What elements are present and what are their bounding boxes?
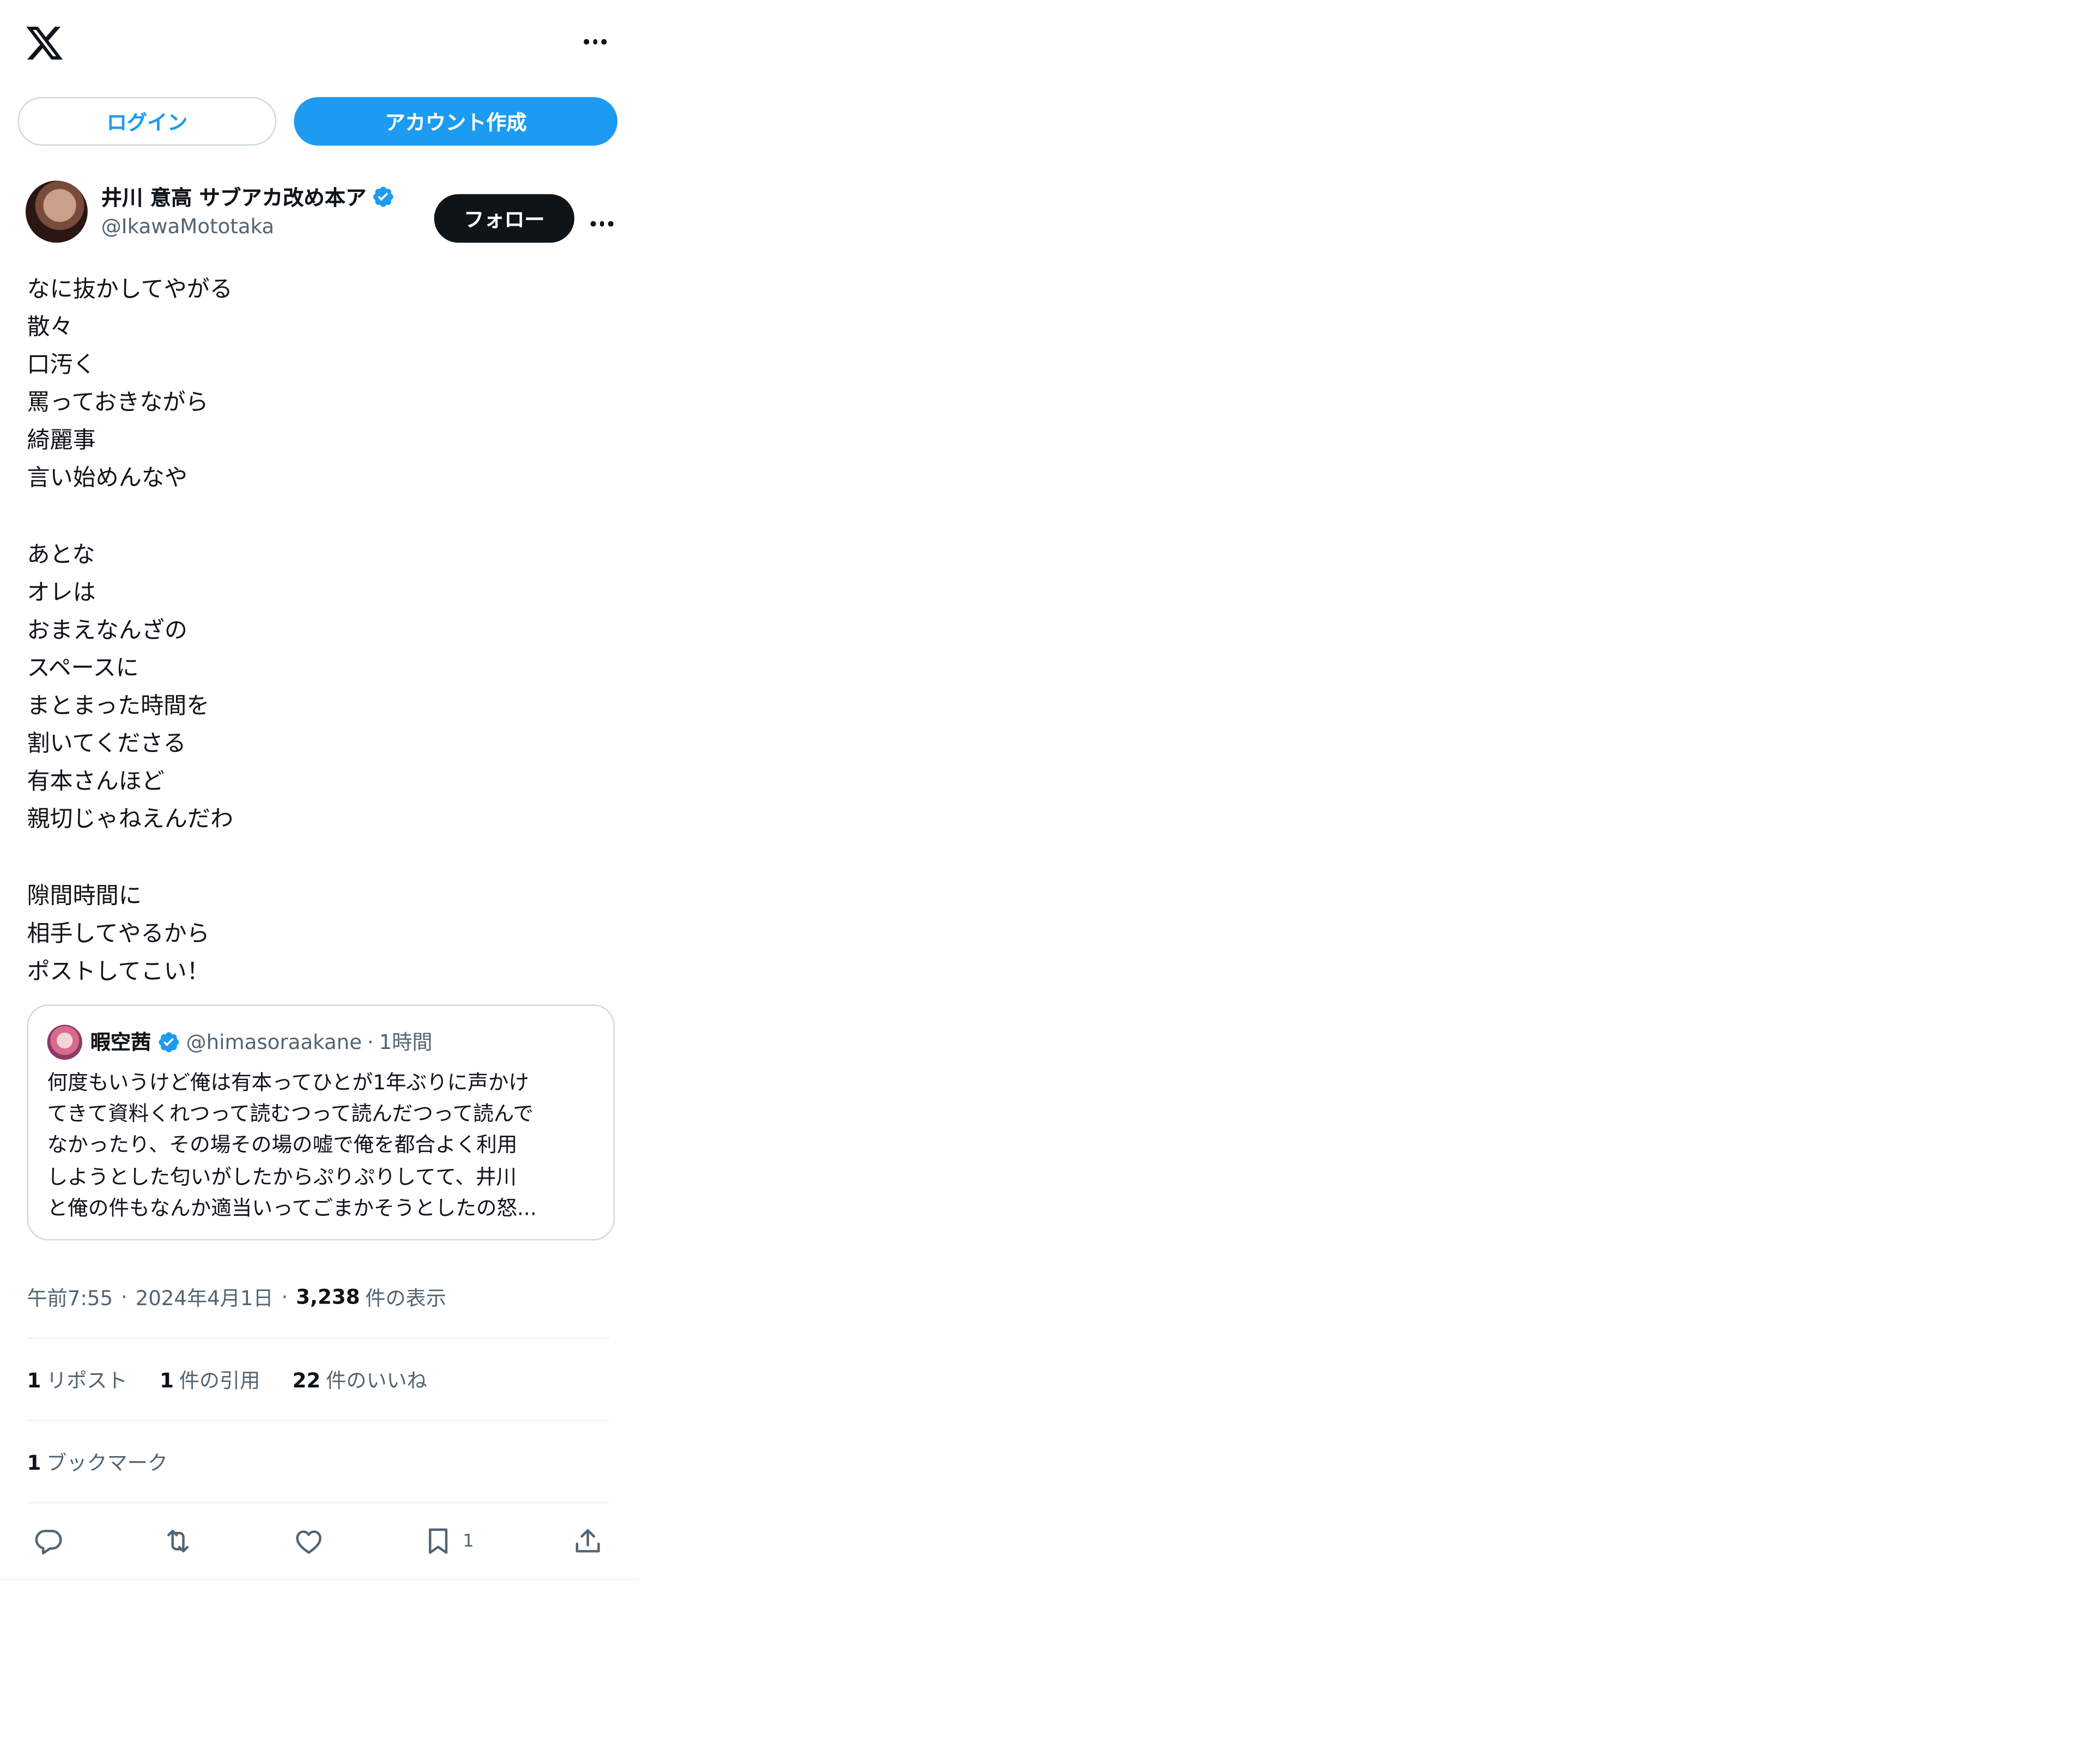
bookmarks-stat[interactable]: 1 ブックマーク [27, 1448, 167, 1476]
follow-button[interactable]: フォロー [434, 194, 575, 243]
share-icon [575, 1529, 600, 1553]
verified-badge-icon [159, 1032, 179, 1052]
reposts-count: 1 [27, 1368, 41, 1393]
bookmark-button[interactable]: 1 [422, 1525, 474, 1557]
tweet-blank-line [27, 498, 608, 536]
x-logo-icon[interactable] [25, 23, 65, 63]
views-label: 件の表示 [365, 1286, 446, 1311]
tweet-time[interactable]: 午前7:55 [27, 1283, 113, 1312]
meta-separator: · [281, 1285, 288, 1310]
reposts-stat[interactable]: 1 リポスト [27, 1366, 127, 1394]
tweet-date[interactable]: 2024年4月1日 [136, 1283, 274, 1312]
likes-stat[interactable]: 22 件のいいね [293, 1366, 427, 1394]
tweet-more-icon[interactable] [590, 213, 614, 234]
meta-separator: · [120, 1285, 128, 1310]
tweet-page: ログイン アカウント作成 井川 意高 サブアカ改め本ア @IkawaMotota… [0, 0, 639, 1581]
tweet-text-line: 綺麗事 [27, 428, 96, 455]
auth-buttons: ログイン アカウント作成 [0, 83, 634, 146]
bottom-divider [0, 1579, 639, 1581]
tweet-text-line: 散々 [27, 314, 73, 342]
bookmark-icon [429, 1529, 448, 1554]
verified-badge-icon [373, 186, 393, 207]
quote-text-line: しようとした匂いがしたからぷりぷりしてて、井川 [47, 1164, 517, 1189]
repost-button[interactable] [162, 1525, 195, 1557]
tweet-text-line: おまえなんざの [27, 617, 187, 645]
quote-separator: · [367, 1029, 374, 1054]
reply-icon [35, 1530, 62, 1555]
login-button[interactable]: ログイン [17, 97, 277, 146]
tweet-text-line: オレは [27, 579, 96, 607]
action-bar: 1 [0, 1504, 634, 1579]
quote-display-name: 暇空茜 [90, 1030, 151, 1055]
tweet-text-line: スペースに [27, 655, 139, 682]
author-avatar[interactable] [26, 180, 88, 243]
heart-icon [295, 1531, 321, 1554]
engagement-stats: 1 リポスト 1 件の引用 22 件のいいね [0, 1339, 634, 1420]
quote-handle: @himasoraakane [186, 1029, 362, 1054]
tweet-text-line: まとまった時間を [27, 693, 210, 720]
signup-button[interactable]: アカウント作成 [294, 97, 618, 146]
bookmarks-count: 1 [27, 1450, 41, 1475]
tweet-text-line: 隙間時間に [27, 882, 142, 910]
tweet-text-line: 言い始めんなや [27, 465, 187, 493]
quote-time: 1時間 [379, 1030, 433, 1055]
quote-text: 何度もいうけど俺は有本ってひとが1年ぶりに声かけ てきて資料くれつって読むつって読… [47, 1068, 596, 1225]
more-horizontal-icon[interactable] [584, 31, 607, 52]
quoted-tweet[interactable]: 暇空茜 @himasoraakane · 1時間 何度もいうけど俺は有本ってひと… [27, 1004, 615, 1241]
tweet-text-line: ポストしてこい！ [27, 958, 210, 985]
quotes-stat[interactable]: 1 件の引用 [160, 1366, 260, 1394]
tweet-text-line: 割いてくださる [27, 731, 186, 758]
likes-label: 件のいいね [326, 1368, 427, 1393]
share-button[interactable] [572, 1525, 604, 1557]
tweet-author: 井川 意高 サブアカ改め本ア @IkawaMototaka フォロー [0, 146, 634, 243]
tweet-meta: 午前7:55 · 2024年4月1日 · 3,238 件の表示 [0, 1241, 634, 1324]
tweet-text-line: 罵っておきながら [27, 390, 209, 417]
tweet-text-line: 有本さんほど [27, 768, 165, 796]
quotes-count: 1 [160, 1368, 174, 1393]
tweet-blank-line [27, 839, 608, 877]
views-count: 3,238 [296, 1285, 360, 1310]
like-button[interactable] [293, 1525, 325, 1557]
likes-count: 22 [292, 1368, 321, 1393]
tweet-text-line: なに抜かしてやがる [27, 276, 233, 304]
quote-text-line: と俺の件もなんか適当いってごまかそうとしたの怒... [47, 1196, 537, 1221]
tweet-text-line: 口汚く [27, 352, 96, 379]
quotes-label: 件の引用 [179, 1368, 260, 1393]
quote-avatar [47, 1024, 82, 1060]
author-display-name[interactable]: 井川 意高 サブアカ改め本ア [101, 182, 367, 211]
bookmark-count: 1 [463, 1531, 474, 1552]
repost-icon [168, 1530, 190, 1553]
reply-button[interactable] [32, 1525, 64, 1557]
quote-text-line: てきて資料くれつって読むつって読んだつって読んで [47, 1101, 534, 1126]
quote-header: 暇空茜 @himasoraakane · 1時間 [47, 1024, 596, 1060]
quote-text-line: 何度もいうけど俺は有本ってひとが1年ぶりに声かけ [47, 1070, 530, 1095]
tweet-text-line: あとな [27, 541, 95, 569]
tweet-text: なに抜かしてやがる 散々口汚く罵っておきながら 綺麗事言い始めんなや あとなオレはおま… [0, 243, 634, 991]
bookmark-stats: 1 ブックマーク [0, 1421, 634, 1502]
reposts-label: リポスト [46, 1368, 128, 1393]
bookmarks-label: ブックマーク [46, 1450, 168, 1475]
tweet-text-line: 相手してやるから [27, 920, 210, 948]
top-bar [0, 0, 634, 83]
quote-text-line: なかったり、その場その場の嘘で俺を都合よく利用 [47, 1133, 518, 1157]
tweet-text-line: 親切じゃねえんだわ [27, 807, 234, 834]
